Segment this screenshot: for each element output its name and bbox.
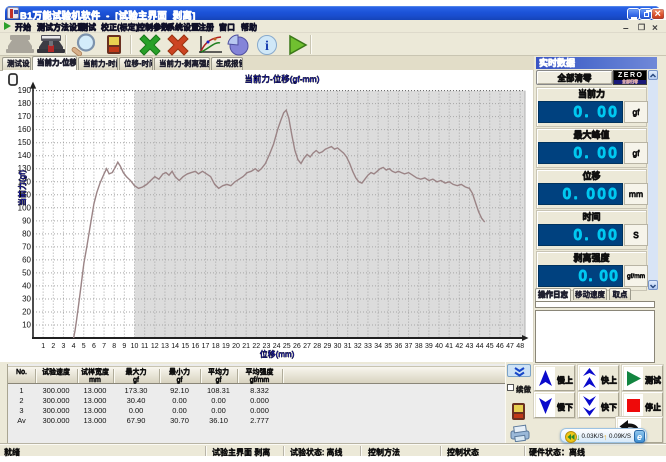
svg-text:190: 190 xyxy=(18,86,32,95)
svg-text:当前力(gf): 当前力(gf) xyxy=(17,170,27,206)
svg-text:23: 23 xyxy=(263,343,271,350)
svg-text:28: 28 xyxy=(313,343,321,350)
svg-text:11: 11 xyxy=(141,343,148,350)
svg-text:10: 10 xyxy=(22,320,31,329)
svg-text:当前力-位移(gf-mm): 当前力-位移(gf-mm) xyxy=(244,74,319,84)
svg-text:140: 140 xyxy=(18,151,32,160)
svg-text:180: 180 xyxy=(18,99,32,108)
svg-text:15: 15 xyxy=(181,343,189,350)
svg-text:48: 48 xyxy=(516,343,524,350)
svg-text:19: 19 xyxy=(222,343,230,350)
svg-text:35: 35 xyxy=(384,343,392,350)
svg-text:31: 31 xyxy=(344,343,352,350)
svg-text:14: 14 xyxy=(171,343,179,350)
svg-text:42: 42 xyxy=(455,343,463,350)
svg-text:21: 21 xyxy=(242,343,250,350)
svg-text:45: 45 xyxy=(486,343,494,350)
svg-text:20: 20 xyxy=(232,343,240,350)
svg-text:40: 40 xyxy=(435,343,443,350)
svg-text:37: 37 xyxy=(405,343,413,350)
svg-text:46: 46 xyxy=(496,343,504,350)
svg-text:13: 13 xyxy=(161,343,169,350)
svg-text:i: i xyxy=(265,39,269,54)
svg-text:5: 5 xyxy=(82,343,86,350)
svg-text:2: 2 xyxy=(51,343,55,350)
svg-text:29: 29 xyxy=(323,343,331,350)
svg-text:60: 60 xyxy=(22,255,31,264)
svg-text:70: 70 xyxy=(22,242,31,251)
svg-text:27: 27 xyxy=(303,343,311,350)
svg-text:17: 17 xyxy=(202,343,210,350)
svg-text:18: 18 xyxy=(212,343,220,350)
svg-text:9: 9 xyxy=(122,343,126,350)
svg-text:16: 16 xyxy=(192,343,200,350)
svg-text:170: 170 xyxy=(18,112,32,121)
svg-text:160: 160 xyxy=(18,125,32,134)
svg-text:150: 150 xyxy=(18,138,32,147)
svg-text:34: 34 xyxy=(374,343,382,350)
svg-text:12: 12 xyxy=(151,343,159,350)
svg-text:30: 30 xyxy=(334,343,342,350)
svg-text:8: 8 xyxy=(112,343,116,350)
svg-text:90: 90 xyxy=(22,216,31,225)
svg-text:32: 32 xyxy=(354,343,362,350)
svg-text:50: 50 xyxy=(22,268,31,277)
svg-text:44: 44 xyxy=(476,343,484,350)
svg-text:26: 26 xyxy=(293,343,301,350)
svg-text:位移(mm): 位移(mm) xyxy=(260,349,295,359)
svg-text:7: 7 xyxy=(102,343,106,350)
svg-text:80: 80 xyxy=(22,229,31,238)
svg-text:25: 25 xyxy=(283,343,291,350)
svg-text:10: 10 xyxy=(131,343,139,350)
svg-text:40: 40 xyxy=(22,281,31,290)
svg-text:3: 3 xyxy=(61,343,65,350)
svg-text:24: 24 xyxy=(273,343,281,350)
svg-text:33: 33 xyxy=(364,343,372,350)
svg-text:38: 38 xyxy=(415,343,423,350)
svg-text:30: 30 xyxy=(22,294,31,303)
svg-text:4: 4 xyxy=(72,343,76,350)
svg-text:41: 41 xyxy=(445,343,453,350)
svg-text:36: 36 xyxy=(395,343,403,350)
svg-text:39: 39 xyxy=(425,343,433,350)
svg-text:47: 47 xyxy=(506,343,514,350)
svg-text:43: 43 xyxy=(466,343,474,350)
svg-text:20: 20 xyxy=(22,307,31,316)
svg-text:1: 1 xyxy=(41,343,45,350)
svg-text:22: 22 xyxy=(252,343,260,350)
svg-text:6: 6 xyxy=(92,343,96,350)
